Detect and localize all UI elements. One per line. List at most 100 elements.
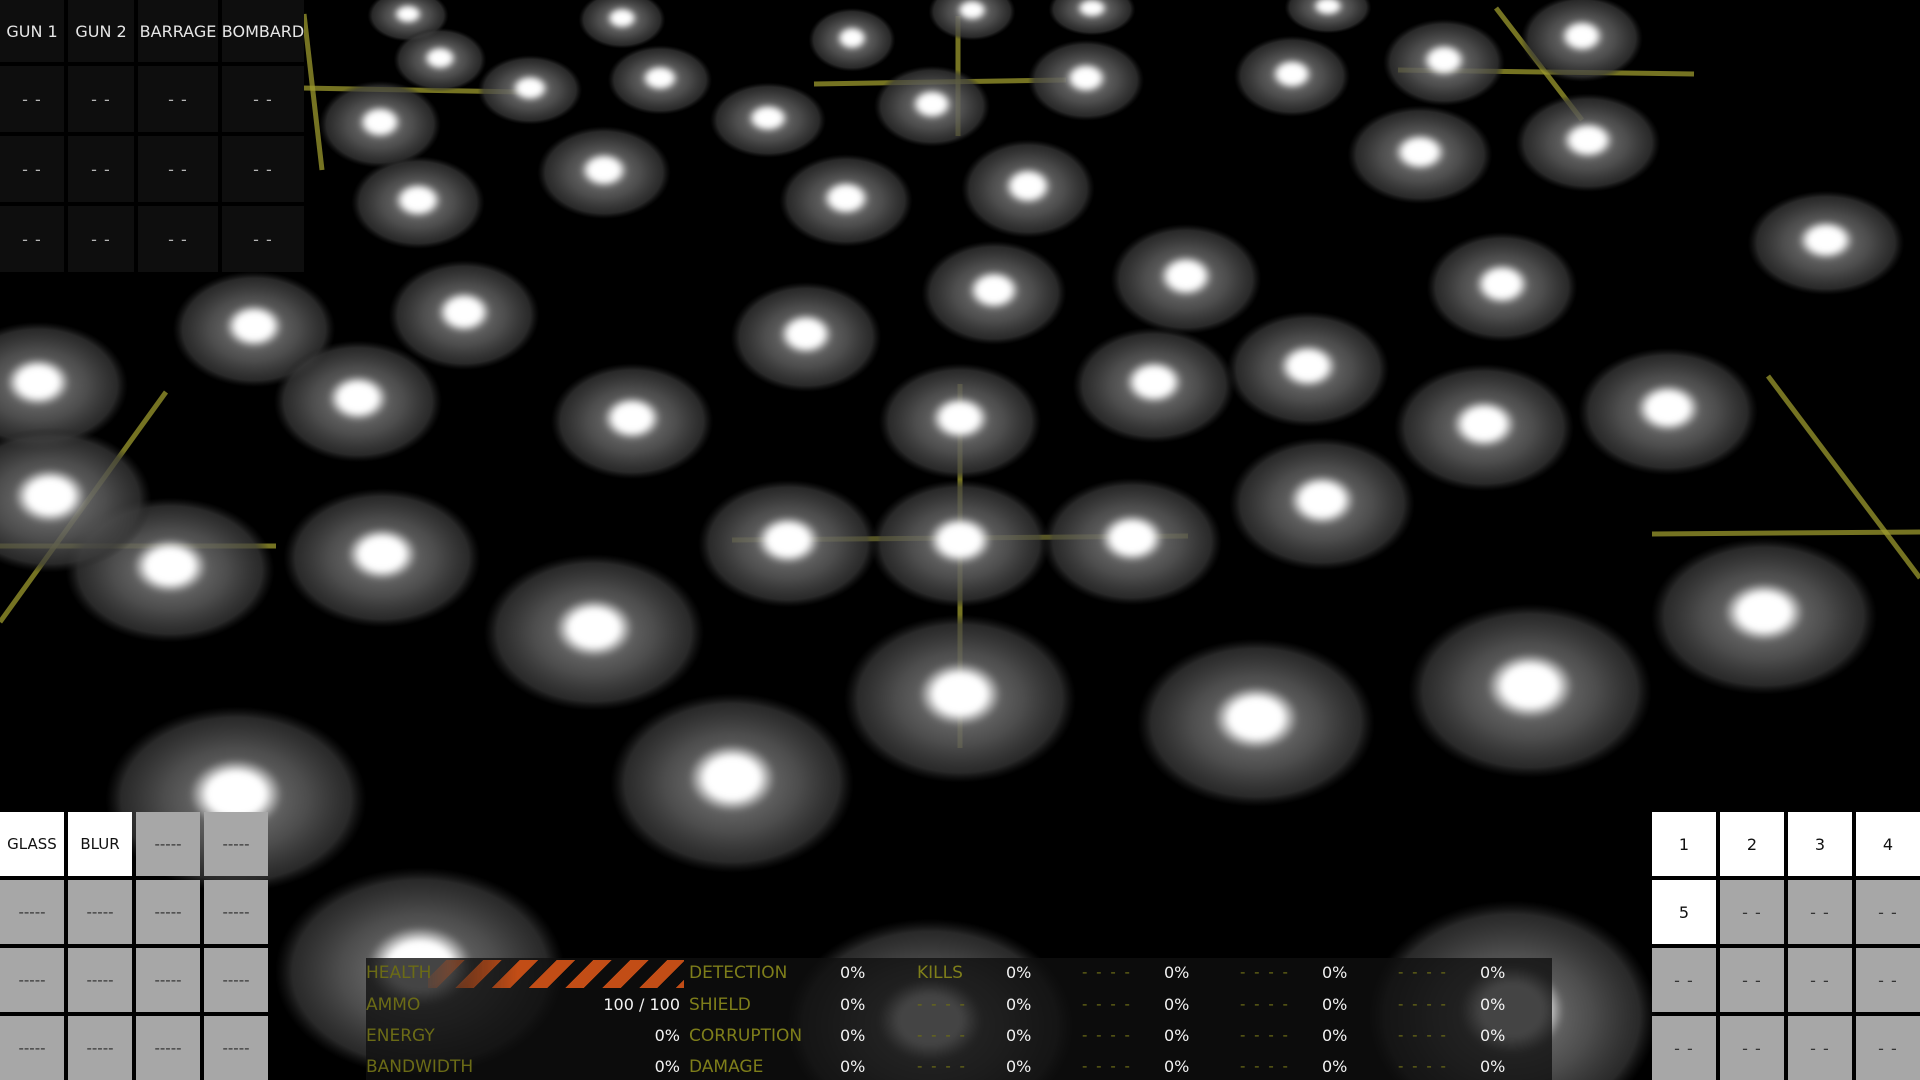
- light-disc: [319, 80, 441, 168]
- disc-light: [1422, 43, 1466, 77]
- corruption-label: CORRUPTION: [689, 1026, 803, 1046]
- effect-toggle[interactable]: -----: [0, 880, 64, 944]
- light-disc: [698, 479, 878, 608]
- effect-toggle[interactable]: -----: [68, 948, 132, 1012]
- slot-button[interactable]: - -: [1856, 948, 1920, 1012]
- effect-toggle[interactable]: -----: [0, 1016, 64, 1080]
- stat-value: 0%: [1480, 1057, 1506, 1076]
- weapon-header-gun1[interactable]: GUN 1: [0, 0, 64, 62]
- slot-button[interactable]: - -: [1788, 1016, 1852, 1080]
- disc-light: [755, 515, 821, 565]
- stat-placeholder: - - - -: [1398, 963, 1448, 981]
- effect-toggle[interactable]: -----: [204, 880, 268, 944]
- slot-button-3[interactable]: 3: [1788, 812, 1852, 876]
- stat-placeholder: - - - -: [1082, 963, 1132, 981]
- stat-placeholder: - - - -: [1082, 995, 1132, 1013]
- bandwidth-label: BANDWIDTH: [366, 1057, 474, 1077]
- light-disc: [1110, 223, 1262, 335]
- disc-light: [968, 270, 1020, 310]
- light-disc: [779, 154, 913, 247]
- light-disc: [730, 281, 882, 393]
- stat-placeholder: - - - -: [917, 1057, 967, 1075]
- effect-toggle[interactable]: -----: [204, 812, 268, 876]
- light-disc: [1383, 18, 1505, 106]
- stat-placeholder: - - - -: [1240, 995, 1290, 1013]
- disc-light: [1099, 513, 1165, 563]
- disc-light: [423, 45, 457, 71]
- light-disc: [393, 27, 487, 92]
- slot-button[interactable]: - -: [1720, 948, 1784, 1012]
- effect-toggle[interactable]: -----: [136, 812, 200, 876]
- light-disc: [607, 45, 713, 115]
- slot-button[interactable]: - -: [1788, 880, 1852, 944]
- stat-placeholder: - - - -: [1082, 1026, 1132, 1044]
- disc-light: [358, 105, 402, 139]
- disc-light: [747, 103, 789, 133]
- effect-toggle[interactable]: -----: [204, 1016, 268, 1080]
- slot-button[interactable]: - -: [1788, 948, 1852, 1012]
- disc-light: [511, 74, 549, 102]
- slot-button-1[interactable]: 1: [1652, 812, 1716, 876]
- disc-light: [5, 357, 71, 407]
- weapon-cell: - -: [0, 136, 64, 202]
- health-label: HEALTH: [366, 963, 432, 983]
- disc-light: [1004, 167, 1052, 205]
- disc-light: [836, 25, 868, 51]
- disc-light: [1065, 62, 1107, 94]
- light-disc: [388, 259, 540, 371]
- slot-button[interactable]: - -: [1720, 880, 1784, 944]
- stat-placeholder: - - - -: [1398, 995, 1448, 1013]
- ammo-label: AMMO: [366, 995, 421, 1015]
- effect-toggle[interactable]: -----: [0, 948, 64, 1012]
- disc-light: [606, 7, 638, 29]
- effect-toggle[interactable]: -----: [136, 948, 200, 1012]
- effect-toggle-glass[interactable]: GLASS: [0, 812, 64, 876]
- stats-panel: HEALTH AMMO ENERGY BANDWIDTH 100 / 100 0…: [366, 958, 1552, 1080]
- slot-grid: 1 2 3 4 5 - - - - - - - - - - - - - - - …: [1652, 812, 1920, 1080]
- effect-toggle[interactable]: -----: [136, 880, 200, 944]
- weapon-cell: - -: [68, 66, 134, 132]
- slot-button[interactable]: - -: [1652, 948, 1716, 1012]
- weapon-cell: - -: [138, 206, 218, 272]
- effect-toggle[interactable]: -----: [136, 1016, 200, 1080]
- light-disc: [1650, 538, 1878, 695]
- weapon-header-gun2[interactable]: GUN 2: [68, 0, 134, 62]
- light-disc: [578, 0, 666, 49]
- energy-label: ENERGY: [366, 1026, 435, 1046]
- slot-button[interactable]: - -: [1720, 1016, 1784, 1080]
- weapon-header-barrage[interactable]: BARRAGE: [138, 0, 218, 62]
- weapon-cell: - -: [0, 66, 64, 132]
- effect-toggle[interactable]: -----: [68, 1016, 132, 1080]
- slot-button[interactable]: - -: [1652, 1016, 1716, 1080]
- weapon-header-bombard[interactable]: BOMBARD: [222, 0, 304, 62]
- light-disc: [610, 693, 854, 873]
- light-disc: [1515, 93, 1661, 193]
- disc-light: [918, 662, 1002, 726]
- light-disc: [537, 126, 671, 219]
- disc-light: [224, 304, 284, 348]
- light-disc: [1394, 363, 1574, 492]
- damage-label: DAMAGE: [689, 1057, 764, 1077]
- slot-button-2[interactable]: 2: [1720, 812, 1784, 876]
- disc-light: [1288, 474, 1356, 526]
- slot-button[interactable]: - -: [1856, 880, 1920, 944]
- effect-toggle-blur[interactable]: BLUR: [68, 812, 132, 876]
- light-disc: [874, 65, 990, 147]
- slot-button[interactable]: - -: [1856, 1016, 1920, 1080]
- light-disc: [477, 55, 583, 125]
- effect-toggle[interactable]: -----: [68, 880, 132, 944]
- effect-toggle[interactable]: -----: [204, 948, 268, 1012]
- light-disc: [710, 82, 826, 158]
- slot-button-4[interactable]: 4: [1856, 812, 1920, 876]
- disc-light: [927, 515, 993, 565]
- disc-light: [1394, 133, 1446, 171]
- bandwidth-value: 0%: [654, 1057, 680, 1076]
- slot-button-5[interactable]: 5: [1652, 880, 1716, 944]
- light-disc: [844, 614, 1076, 783]
- disc-light: [1451, 399, 1517, 449]
- disc-light: [394, 182, 442, 218]
- disc-light: [1562, 121, 1614, 159]
- light-disc: [273, 340, 443, 463]
- light-disc: [1229, 436, 1415, 571]
- weapon-cell: - -: [222, 66, 304, 132]
